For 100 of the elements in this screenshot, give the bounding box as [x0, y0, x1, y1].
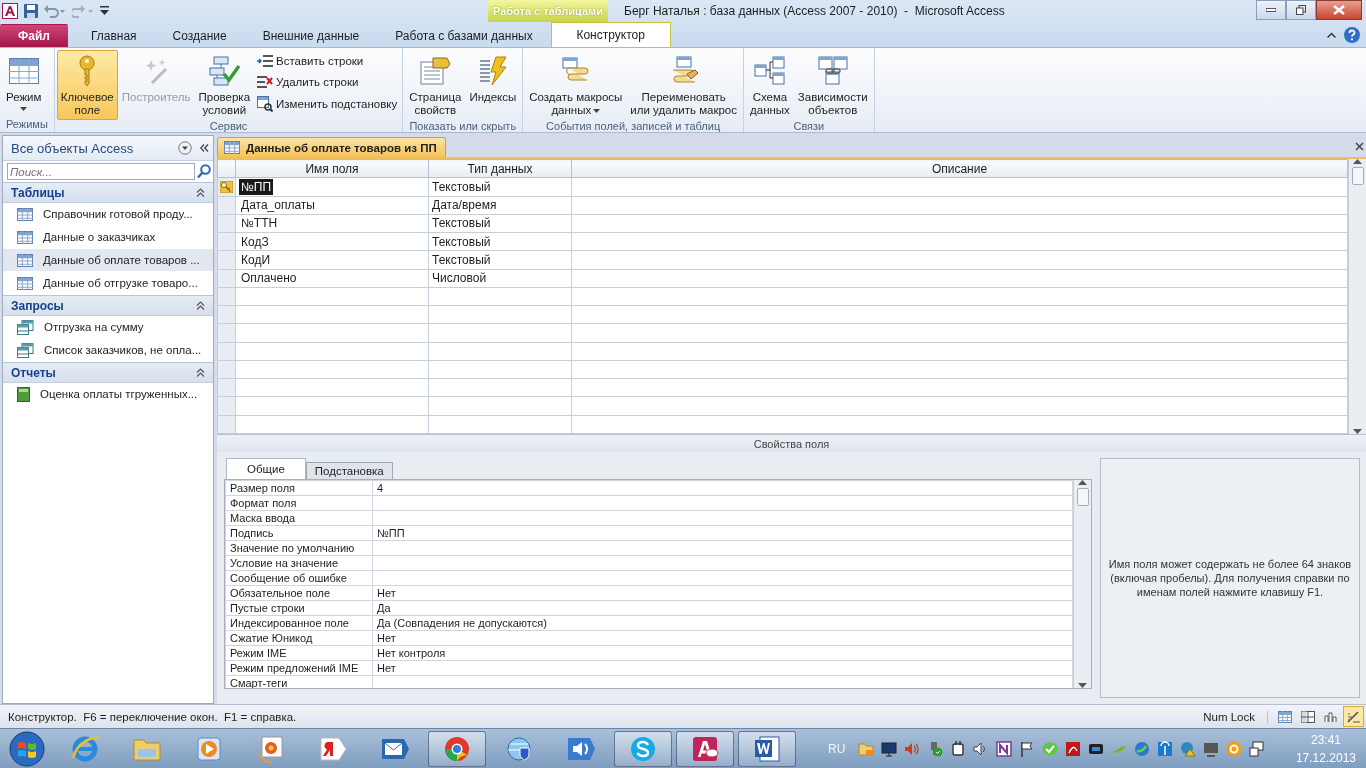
ribbon-button[interactable]: Ключевое поле	[56, 50, 118, 120]
folder-icon[interactable]	[858, 740, 875, 757]
redo-icon[interactable]	[72, 4, 94, 18]
nav-item[interactable]: Справочник готовой проду...	[3, 203, 213, 225]
lightning-icon	[477, 56, 508, 86]
table-cell[interactable]: Числовой	[428, 269, 572, 288]
nav-item[interactable]: Данные о заказчиках	[3, 226, 213, 248]
property-label: Сообщение об ошибке	[225, 570, 373, 586]
close-icon[interactable]	[1355, 142, 1364, 151]
table-view-icon	[8, 58, 39, 84]
nav-item[interactable]: Данные об отгрузке товаро...	[3, 272, 213, 294]
restore-button[interactable]	[1286, 0, 1316, 20]
ribbon-tab[interactable]: Создание	[154, 24, 245, 47]
scrollbar[interactable]	[1348, 159, 1366, 434]
minimize-button[interactable]	[1256, 0, 1286, 20]
column-header[interactable]: Имя поля	[235, 159, 429, 178]
ribbon-button[interactable]: Режим	[2, 50, 46, 118]
table-cell[interactable]: №ТТН	[235, 214, 429, 233]
table-cell[interactable]: Дата_оплаты	[235, 196, 429, 215]
group-header[interactable]: Таблицы	[3, 182, 213, 203]
scroll-thumb[interactable]	[1076, 488, 1089, 506]
table-cell[interactable]: Оплачено	[235, 269, 429, 288]
close-button[interactable]	[1316, 0, 1362, 20]
scroll-thumb[interactable]	[1351, 167, 1364, 185]
ribbon-tab[interactable]: Внешние данные	[244, 24, 378, 47]
help-icon[interactable]	[1344, 27, 1360, 43]
globe-warning-icon[interactable]	[1180, 740, 1197, 757]
column-header[interactable]: Тип данных	[428, 159, 572, 178]
note-icon[interactable]	[996, 740, 1013, 757]
collapse-ribbon-icon[interactable]	[1327, 32, 1336, 38]
monitor-icon[interactable]	[881, 740, 898, 757]
ribbon-button[interactable]: Схема данных	[746, 50, 794, 120]
num-lock-indicator: Num Lock	[1191, 710, 1268, 723]
taskbar-button[interactable]	[428, 730, 486, 767]
property-value[interactable]: Да (Совпадения не допускаются)	[372, 615, 1073, 631]
ribbon-tab[interactable]: Конструктор	[550, 22, 671, 47]
group-header[interactable]: Отчеты	[3, 362, 213, 383]
property-value[interactable]: №ПП	[372, 525, 1073, 541]
ribbon-button[interactable]: Зависимости объектов	[793, 50, 872, 120]
document-icon[interactable]	[1065, 740, 1082, 757]
word-app-icon	[752, 733, 782, 764]
ribbon-button[interactable]: Индексы	[465, 50, 521, 120]
table-cell[interactable]: КодИ	[235, 250, 429, 270]
collapse-pane-icon[interactable]	[200, 144, 209, 152]
taskbar-button[interactable]	[738, 730, 796, 767]
ribbon-button[interactable]: Страница свойств	[405, 50, 466, 120]
property-label: Значение по умолчанию	[225, 540, 373, 556]
table-cell[interactable]: Текстовый	[428, 232, 572, 251]
property-tab[interactable]: Общие	[226, 458, 306, 479]
ribbon-button[interactable]: Вставить строки	[254, 52, 401, 70]
group-header[interactable]: Запросы	[3, 295, 213, 316]
search-icon[interactable]	[197, 164, 211, 179]
ribbon-tab[interactable]: Работа с базами данных	[377, 24, 551, 47]
search-field[interactable]: Поиск...	[7, 163, 195, 180]
check-bubble-icon[interactable]	[1042, 740, 1059, 757]
property-value[interactable]: 4	[372, 480, 1073, 496]
ribbon-button[interactable]: Удалить строки	[254, 73, 401, 91]
document-tab[interactable]: Данные об оплате товаров из ПП	[217, 137, 446, 157]
ribbon-button[interactable]: Проверка условий	[194, 50, 255, 120]
nav-item[interactable]: Список заказчиков, не опла...	[3, 339, 213, 361]
nav-item[interactable]: Данные об оплате товаров ...	[3, 249, 213, 271]
monitor-icon[interactable]	[1203, 740, 1220, 757]
nav-item[interactable]: Отгрузка на сумму	[3, 316, 213, 338]
table-cell[interactable]: Дата/время	[428, 196, 572, 215]
property-tab[interactable]: Подстановка	[305, 462, 393, 479]
ribbon-button[interactable]: Создать макросы данных	[525, 50, 627, 120]
property-value[interactable]: Нет контроля	[372, 645, 1073, 661]
table-cell[interactable]: КодЗ	[235, 232, 429, 251]
ribbon-button[interactable]: Переименовать или удалить макрос	[626, 50, 742, 120]
table-cell[interactable]: Текстовый	[428, 177, 572, 197]
view-button[interactable]	[1343, 706, 1364, 727]
ribbon-button[interactable]: Изменить подстановку	[254, 94, 401, 114]
plug-icon[interactable]	[950, 740, 967, 757]
property-value[interactable]: Да	[372, 600, 1073, 616]
signal-icon[interactable]	[1157, 740, 1174, 757]
ribbon-tab[interactable]: Главная	[72, 24, 155, 47]
flag-icon[interactable]	[1019, 740, 1036, 757]
linked-tables-icon	[753, 56, 786, 86]
property-value[interactable]: Нет	[372, 630, 1073, 646]
table-cell[interactable]: Текстовый	[428, 214, 572, 233]
property-value[interactable]: Нет	[372, 585, 1073, 601]
save-icon[interactable]	[24, 4, 38, 18]
property-value[interactable]: Нет	[372, 660, 1073, 676]
taskbar-button[interactable]	[676, 730, 734, 767]
column-header[interactable]: Описание	[571, 159, 1348, 178]
ribbon-tab[interactable]: Файл	[0, 24, 68, 47]
nav-item[interactable]: Оценка оплаты тгруженных...	[3, 383, 213, 405]
scrollbar[interactable]	[1073, 480, 1091, 688]
table-cell[interactable]: №ПП	[235, 177, 429, 197]
undo-icon[interactable]	[44, 4, 66, 18]
query-icon	[17, 342, 34, 358]
dropdown-circle-icon[interactable]	[178, 141, 192, 155]
taskbar-button[interactable]	[614, 730, 672, 767]
customize-icon[interactable]	[100, 6, 109, 16]
table-cell[interactable]: Текстовый	[428, 250, 572, 270]
network-icon[interactable]	[1249, 740, 1266, 757]
window-title: Берг Наталья : база данных (Access 2007 - 2010) - Microsoft Access	[623, 4, 1006, 18]
close-icon	[1333, 5, 1345, 15]
ring-icon[interactable]	[1226, 740, 1243, 757]
start-button-icon[interactable]	[9, 730, 45, 767]
